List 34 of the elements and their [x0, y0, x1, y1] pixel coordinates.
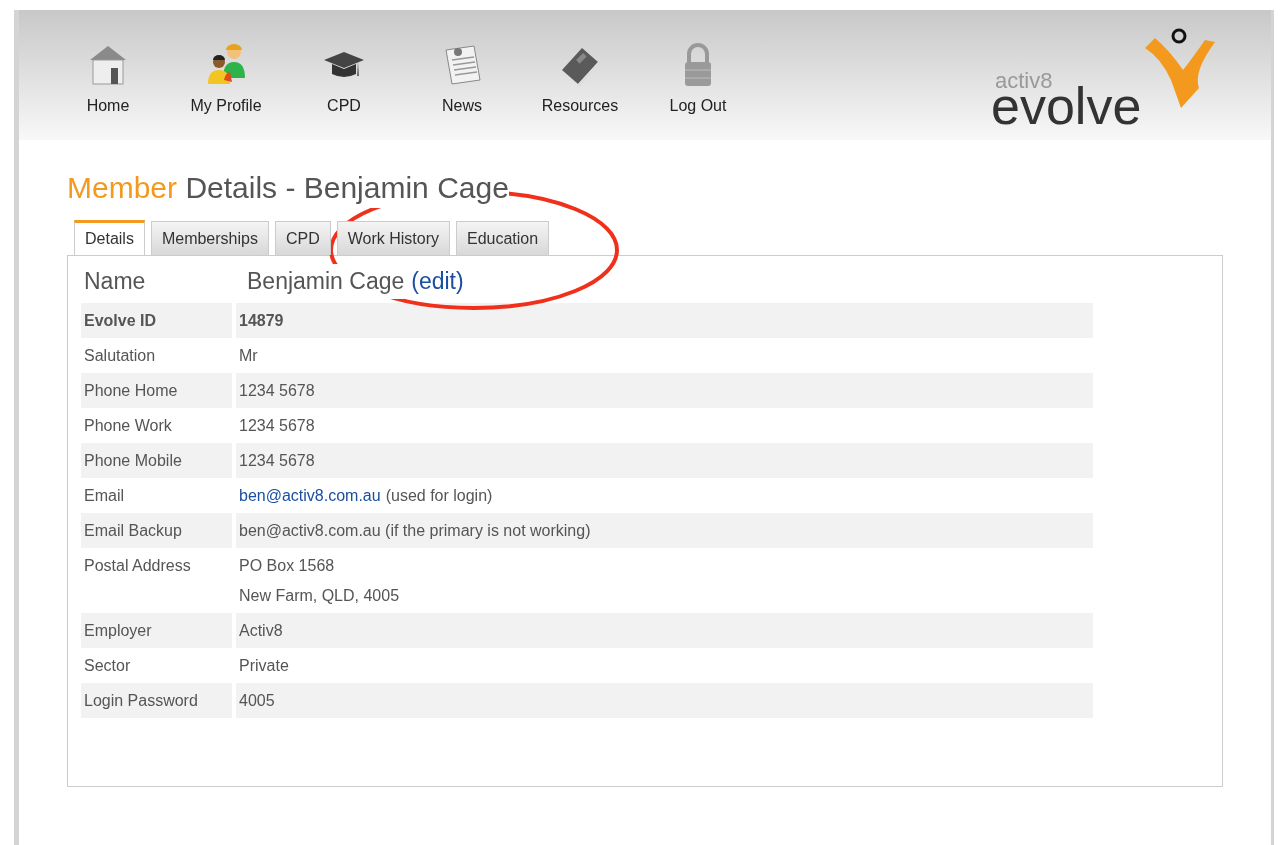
tab[interactable]: CPD: [274, 221, 331, 255]
logo-subtitle: activ8: [995, 70, 1053, 92]
label-cell: Email Backup: [81, 512, 232, 548]
label-cell: Employer: [81, 612, 232, 648]
nav-item[interactable]: Home: [49, 40, 167, 118]
name-label: Name: [83, 267, 147, 296]
value-text: 1234 5678: [239, 450, 316, 471]
label-cell: Login Password: [81, 682, 232, 718]
tab[interactable]: Memberships: [150, 221, 269, 255]
label-cell: Evolve ID: [81, 302, 232, 338]
value-text: ben@activ8.com.au (if the primary is not working): [239, 520, 592, 541]
tab[interactable]: Details: [74, 220, 145, 255]
value-text: 4005: [239, 690, 276, 711]
value-text: Activ8: [239, 620, 284, 641]
label-cell: Phone Home: [81, 372, 232, 408]
value-text: 1234 5678: [239, 380, 316, 401]
label-cell: Phone Mobile: [81, 442, 232, 478]
value-text: 14879: [239, 310, 285, 331]
nav-item[interactable]: My Profile: [167, 40, 285, 118]
nav-item[interactable]: News: [403, 40, 521, 118]
value-text: (used for login): [385, 485, 493, 506]
value-text: Mr: [239, 345, 259, 366]
tab[interactable]: Work History: [336, 221, 450, 255]
value-text: New Farm, QLD, 4005: [239, 585, 401, 606]
nav-item[interactable]: Log Out: [639, 40, 757, 118]
value-text: Private: [239, 655, 290, 676]
tab[interactable]: Education: [456, 221, 550, 255]
value-text: PO Box 1568: [239, 555, 336, 576]
name-value: Benjamin Cage: [247, 264, 405, 299]
edit-link[interactable]: (edit): [411, 264, 464, 299]
email-link[interactable]: ben@activ8.com.au: [239, 484, 381, 506]
nav-item[interactable]: Resources: [521, 40, 639, 118]
value-text: 1234 5678: [239, 415, 316, 436]
nav-item[interactable]: CPD: [285, 40, 403, 118]
